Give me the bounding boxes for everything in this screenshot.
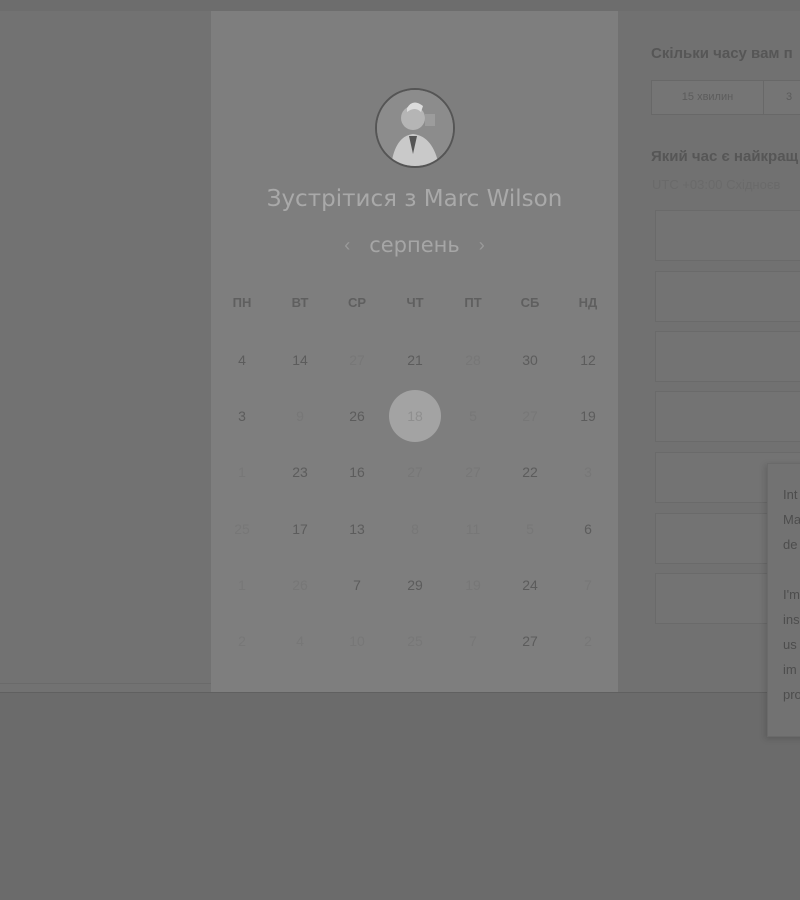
calendar-day[interactable]: 19 — [453, 575, 493, 595]
calendar-day[interactable]: 6 — [568, 519, 608, 539]
calendar-day[interactable]: 21 — [395, 350, 435, 370]
calendar-day[interactable]: 27 — [395, 462, 435, 482]
chat-message-line: ins — [783, 612, 800, 627]
calendar-day[interactable]: 27 — [337, 350, 377, 370]
chat-message-line: us — [783, 637, 797, 652]
calendar-day[interactable]: 3 — [568, 462, 608, 482]
calendar-day[interactable]: 28 — [453, 350, 493, 370]
chat-message-bubble[interactable]: Int Ma de I'm ins us im pro — [767, 463, 800, 737]
chat-message-line: I'm — [783, 587, 800, 602]
best-time-question: Який час є найкращ — [651, 148, 799, 165]
chat-message-line: Int — [783, 487, 798, 502]
duration-question: Скільки часу вам п — [651, 45, 793, 62]
calendar-day[interactable]: 2 — [568, 631, 608, 651]
calendar-day[interactable]: 5 — [453, 406, 493, 426]
time-slot-button[interactable]: 1 — [655, 391, 800, 442]
calendar-day[interactable]: 27 — [510, 631, 550, 651]
duration-selector: 15 хвилин 3 — [651, 80, 800, 115]
time-slot-button[interactable]: 1 — [655, 210, 800, 261]
duration-option-15[interactable]: 15 хвилин — [652, 81, 764, 114]
calendar-day[interactable]: 4 — [280, 631, 320, 651]
calendar-grid: 4 14 27 21 28 30 12 3 9 26 18 5 27 19 1 23 16 27 27 22 3 25 17… — [211, 11, 618, 692]
calendar-day[interactable]: 30 — [510, 350, 550, 370]
timezone-label[interactable]: UTC +03:00 Східноєв — [652, 177, 780, 192]
left-backdrop — [0, 11, 211, 693]
chat-message-line: im — [783, 662, 797, 677]
calendar-day[interactable]: 10 — [337, 631, 377, 651]
calendar-day[interactable]: 25 — [222, 519, 262, 539]
calendar-day[interactable]: 23 — [280, 462, 320, 482]
calendar-day[interactable]: 1 — [222, 462, 262, 482]
calendar-panel: Зустрітися з Marc Wilson ‹ серпень › ПН В… — [211, 11, 618, 692]
calendar-day[interactable]: 27 — [453, 462, 493, 482]
chat-message-line: de — [783, 537, 798, 552]
page-footer-area — [0, 692, 800, 900]
calendar-day[interactable]: 12 — [568, 350, 608, 370]
calendar-day[interactable]: 24 — [510, 575, 550, 595]
calendar-day[interactable]: 5 — [510, 519, 550, 539]
time-slot-button[interactable]: 1 — [655, 331, 800, 382]
calendar-day[interactable]: 22 — [510, 462, 550, 482]
calendar-day[interactable]: 11 — [453, 519, 493, 539]
calendar-day[interactable]: 4 — [222, 350, 262, 370]
divider — [0, 683, 211, 684]
calendar-day-selected[interactable]: 18 — [389, 390, 441, 442]
calendar-day[interactable]: 17 — [280, 519, 320, 539]
calendar-day[interactable]: 8 — [395, 519, 435, 539]
calendar-day[interactable]: 29 — [395, 575, 435, 595]
calendar-day[interactable]: 16 — [337, 462, 377, 482]
calendar-day[interactable]: 2 — [222, 631, 262, 651]
chat-message-line: pro — [783, 687, 800, 702]
calendar-day[interactable]: 13 — [337, 519, 377, 539]
duration-option-30[interactable]: 3 — [764, 81, 800, 114]
calendar-day[interactable]: 7 — [453, 631, 493, 651]
scheduling-page: Зустрітися з Marc Wilson ‹ серпень › ПН В… — [0, 0, 800, 900]
calendar-day[interactable]: 7 — [337, 575, 377, 595]
chat-message-line: Ma — [783, 512, 800, 527]
calendar-day[interactable]: 3 — [222, 406, 262, 426]
calendar-day[interactable]: 26 — [337, 406, 377, 426]
calendar-day[interactable]: 19 — [568, 406, 608, 426]
calendar-day[interactable]: 27 — [510, 406, 550, 426]
calendar-day[interactable]: 9 — [280, 406, 320, 426]
calendar-day[interactable]: 26 — [280, 575, 320, 595]
calendar-day[interactable]: 14 — [280, 350, 320, 370]
calendar-day[interactable]: 25 — [395, 631, 435, 651]
time-slot-button[interactable]: 1 — [655, 271, 800, 322]
calendar-day[interactable]: 1 — [222, 575, 262, 595]
calendar-day[interactable]: 7 — [568, 575, 608, 595]
